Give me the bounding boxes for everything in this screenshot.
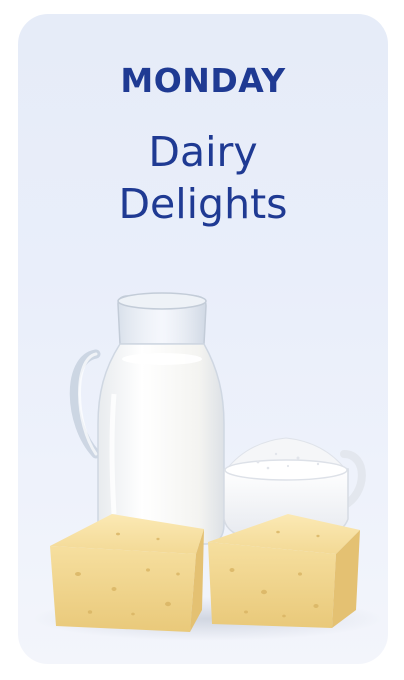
milk-jug-icon [69, 292, 225, 545]
dairy-illustration [33, 292, 383, 641]
dairy-card[interactable]: MONDAY Dairy Delights [18, 14, 388, 664]
cheese-block-icon [50, 514, 204, 632]
